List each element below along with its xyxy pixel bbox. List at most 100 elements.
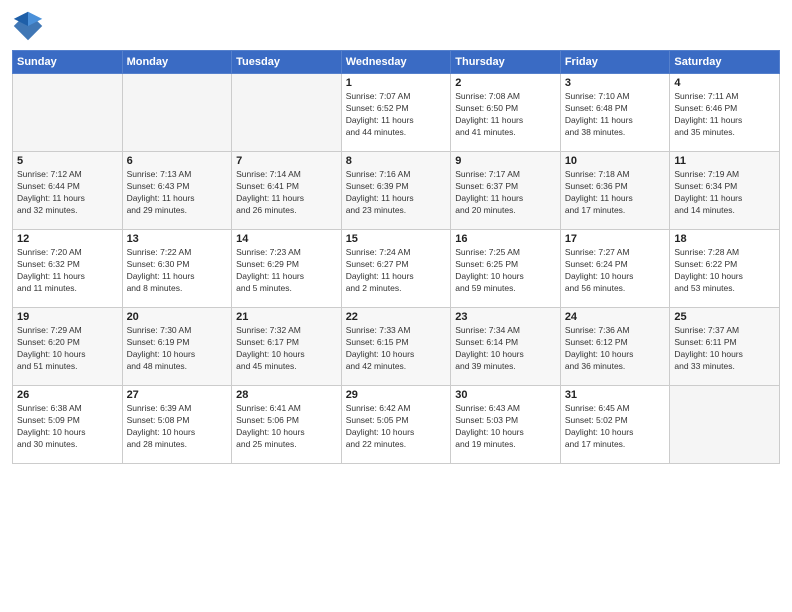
- day-cell: 21 Sunrise: 7:32 AM Sunset: 6:17 PM Dayli…: [232, 308, 342, 386]
- day-number: 27: [127, 389, 228, 401]
- day-cell: [122, 74, 232, 152]
- col-wednesday: Wednesday: [341, 51, 451, 74]
- day-info: Sunrise: 6:42 AM Sunset: 5:05 PM Dayligh…: [346, 403, 447, 451]
- col-friday: Friday: [560, 51, 670, 74]
- day-cell: 29Sunrise: 6:42 AM Sunset: 5:05 PM Dayli…: [341, 386, 451, 464]
- day-number: 31: [565, 389, 666, 401]
- day-info: Sunrise: 7:10 AM Sunset: 6:48 PM Dayligh…: [565, 91, 666, 139]
- day-number: 23: [455, 311, 556, 323]
- day-cell: 10 Sunrise: 7:18 AM Sunset: 6:36 PM Dayli…: [560, 152, 670, 230]
- day-info: Sunrise: 7:34 AM Sunset: 6:14 PM Dayligh…: [455, 325, 556, 373]
- day-number: 12: [17, 233, 118, 245]
- col-tuesday: Tuesday: [232, 51, 342, 74]
- day-cell: 2 Sunrise: 7:08 AM Sunset: 6:50 PM Daylig…: [451, 74, 561, 152]
- day-cell: 13Sunrise: 7:22 AM Sunset: 6:30 PM Dayli…: [122, 230, 232, 308]
- day-number: 28: [236, 389, 337, 401]
- day-cell: 23 Sunrise: 7:34 AM Sunset: 6:14 PM Dayli…: [451, 308, 561, 386]
- day-number: 26: [17, 389, 118, 401]
- week-row-0: 1 Sunrise: 7:07 AM Sunset: 6:52 PM Daylig…: [13, 74, 780, 152]
- day-cell: 9 Sunrise: 7:17 AM Sunset: 6:37 PM Daylig…: [451, 152, 561, 230]
- day-info: Sunrise: 7:17 AM Sunset: 6:37 PM Dayligh…: [455, 169, 556, 217]
- col-thursday: Thursday: [451, 51, 561, 74]
- day-info: Sunrise: 7:33 AM Sunset: 6:15 PM Dayligh…: [346, 325, 447, 373]
- day-number: 11: [674, 155, 775, 167]
- week-row-1: 5 Sunrise: 7:12 AM Sunset: 6:44 PM Daylig…: [13, 152, 780, 230]
- day-cell: [13, 74, 123, 152]
- day-number: 30: [455, 389, 556, 401]
- day-cell: 31 Sunrise: 6:45 AM Sunset: 5:02 PM Dayli…: [560, 386, 670, 464]
- day-number: 14: [236, 233, 337, 245]
- day-info: Sunrise: 7:16 AM Sunset: 6:39 PM Dayligh…: [346, 169, 447, 217]
- day-cell: 24Sunrise: 7:36 AM Sunset: 6:12 PM Dayli…: [560, 308, 670, 386]
- calendar-table: SundayMondayTuesdayWednesdayThursdayFrid…: [12, 50, 780, 464]
- week-row-4: 26 Sunrise: 6:38 AM Sunset: 5:09 PM Dayli…: [13, 386, 780, 464]
- day-info: Sunrise: 7:28 AM Sunset: 6:22 PM Dayligh…: [674, 247, 775, 295]
- day-cell: [670, 386, 780, 464]
- day-cell: 1 Sunrise: 7:07 AM Sunset: 6:52 PM Daylig…: [341, 74, 451, 152]
- day-info: Sunrise: 7:30 AM Sunset: 6:19 PM Dayligh…: [127, 325, 228, 373]
- day-number: 19: [17, 311, 118, 323]
- day-cell: 30 Sunrise: 6:43 AM Sunset: 5:03 PM Dayli…: [451, 386, 561, 464]
- day-cell: 18 Sunrise: 7:28 AM Sunset: 6:22 PM Dayli…: [670, 230, 780, 308]
- day-info: Sunrise: 7:13 AM Sunset: 6:43 PM Dayligh…: [127, 169, 228, 217]
- day-cell: 17Sunrise: 7:27 AM Sunset: 6:24 PM Dayli…: [560, 230, 670, 308]
- day-info: Sunrise: 7:32 AM Sunset: 6:17 PM Dayligh…: [236, 325, 337, 373]
- day-number: 16: [455, 233, 556, 245]
- day-info: Sunrise: 6:43 AM Sunset: 5:03 PM Dayligh…: [455, 403, 556, 451]
- col-saturday: Saturday: [670, 51, 780, 74]
- day-number: 9: [455, 155, 556, 167]
- day-number: 10: [565, 155, 666, 167]
- day-info: Sunrise: 7:12 AM Sunset: 6:44 PM Dayligh…: [17, 169, 118, 217]
- logo-icon: [12, 10, 44, 42]
- day-cell: 7Sunrise: 7:14 AM Sunset: 6:41 PM Daylig…: [232, 152, 342, 230]
- day-number: 18: [674, 233, 775, 245]
- day-info: Sunrise: 7:20 AM Sunset: 6:32 PM Dayligh…: [17, 247, 118, 295]
- week-row-2: 12 Sunrise: 7:20 AM Sunset: 6:32 PM Dayli…: [13, 230, 780, 308]
- day-info: Sunrise: 6:39 AM Sunset: 5:08 PM Dayligh…: [127, 403, 228, 451]
- day-number: 15: [346, 233, 447, 245]
- day-info: Sunrise: 7:36 AM Sunset: 6:12 PM Dayligh…: [565, 325, 666, 373]
- day-cell: 11 Sunrise: 7:19 AM Sunset: 6:34 PM Dayli…: [670, 152, 780, 230]
- day-number: 7: [236, 155, 337, 167]
- week-row-3: 19 Sunrise: 7:29 AM Sunset: 6:20 PM Dayli…: [13, 308, 780, 386]
- day-cell: 25 Sunrise: 7:37 AM Sunset: 6:11 PM Dayli…: [670, 308, 780, 386]
- day-number: 21: [236, 311, 337, 323]
- logo: [12, 10, 48, 42]
- header-row: SundayMondayTuesdayWednesdayThursdayFrid…: [13, 51, 780, 74]
- day-cell: 20 Sunrise: 7:30 AM Sunset: 6:19 PM Dayli…: [122, 308, 232, 386]
- day-number: 17: [565, 233, 666, 245]
- day-info: Sunrise: 7:29 AM Sunset: 6:20 PM Dayligh…: [17, 325, 118, 373]
- day-cell: 12 Sunrise: 7:20 AM Sunset: 6:32 PM Dayli…: [13, 230, 123, 308]
- day-info: Sunrise: 7:24 AM Sunset: 6:27 PM Dayligh…: [346, 247, 447, 295]
- day-cell: 26 Sunrise: 6:38 AM Sunset: 5:09 PM Dayli…: [13, 386, 123, 464]
- day-number: 4: [674, 77, 775, 89]
- day-cell: 4 Sunrise: 7:11 AM Sunset: 6:46 PM Daylig…: [670, 74, 780, 152]
- day-cell: 16 Sunrise: 7:25 AM Sunset: 6:25 PM Dayli…: [451, 230, 561, 308]
- day-number: 1: [346, 77, 447, 89]
- day-info: Sunrise: 7:11 AM Sunset: 6:46 PM Dayligh…: [674, 91, 775, 139]
- day-number: 13: [127, 233, 228, 245]
- day-info: Sunrise: 6:45 AM Sunset: 5:02 PM Dayligh…: [565, 403, 666, 451]
- day-info: Sunrise: 6:41 AM Sunset: 5:06 PM Dayligh…: [236, 403, 337, 451]
- day-info: Sunrise: 6:38 AM Sunset: 5:09 PM Dayligh…: [17, 403, 118, 451]
- day-number: 20: [127, 311, 228, 323]
- page: SundayMondayTuesdayWednesdayThursdayFrid…: [0, 0, 792, 612]
- day-number: 25: [674, 311, 775, 323]
- day-cell: 22 Sunrise: 7:33 AM Sunset: 6:15 PM Dayli…: [341, 308, 451, 386]
- day-cell: 15 Sunrise: 7:24 AM Sunset: 6:27 PM Dayli…: [341, 230, 451, 308]
- day-info: Sunrise: 7:18 AM Sunset: 6:36 PM Dayligh…: [565, 169, 666, 217]
- day-number: 5: [17, 155, 118, 167]
- day-cell: [232, 74, 342, 152]
- day-number: 22: [346, 311, 447, 323]
- day-number: 6: [127, 155, 228, 167]
- day-info: Sunrise: 7:25 AM Sunset: 6:25 PM Dayligh…: [455, 247, 556, 295]
- col-monday: Monday: [122, 51, 232, 74]
- header: [12, 10, 780, 42]
- day-info: Sunrise: 7:37 AM Sunset: 6:11 PM Dayligh…: [674, 325, 775, 373]
- day-info: Sunrise: 7:23 AM Sunset: 6:29 PM Dayligh…: [236, 247, 337, 295]
- day-info: Sunrise: 7:07 AM Sunset: 6:52 PM Dayligh…: [346, 91, 447, 139]
- day-info: Sunrise: 7:19 AM Sunset: 6:34 PM Dayligh…: [674, 169, 775, 217]
- day-info: Sunrise: 7:08 AM Sunset: 6:50 PM Dayligh…: [455, 91, 556, 139]
- day-number: 2: [455, 77, 556, 89]
- col-sunday: Sunday: [13, 51, 123, 74]
